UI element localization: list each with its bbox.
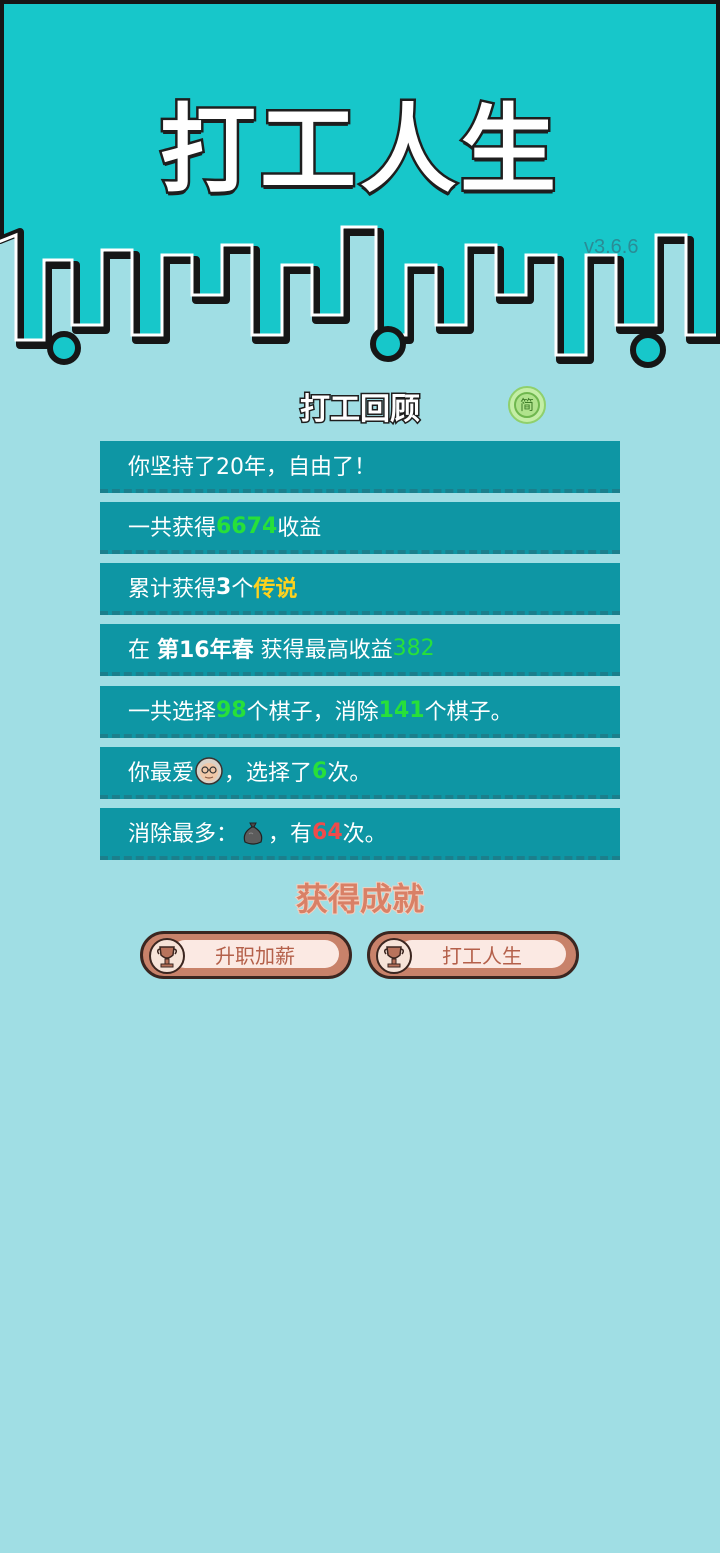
achievement-label: 升职加薪	[171, 940, 339, 968]
income-value: 6674	[216, 513, 278, 539]
trophy-icon	[149, 938, 185, 974]
stat-row-favorite: 你最爱 ，选择了 6 次。	[100, 747, 620, 799]
removed-mid: ，有	[268, 822, 313, 847]
achievements-title: 获得成就	[295, 879, 425, 919]
pieces-selected: 98	[216, 697, 247, 723]
removed-count: 64	[312, 819, 343, 845]
garbage-bag-icon	[243, 822, 263, 845]
pieces-p3: 个棋子。	[424, 700, 513, 725]
language-toggle-label: 简	[514, 392, 540, 418]
achievement-label: 打工人生	[398, 940, 566, 968]
legend-prefix: 累计获得	[128, 577, 217, 602]
old-man-face-icon	[195, 757, 223, 785]
stat-row-most-removed: 消除最多： ，有 64 次。	[100, 808, 620, 860]
pieces-removed: 141	[378, 697, 425, 723]
stat-row-best-income: 在 第16年春 获得最高收益 382	[100, 624, 620, 676]
best-prefix: 在	[128, 638, 157, 663]
legend-rarity: 传说	[253, 577, 298, 602]
years-text: 你坚持了20年，自由了！	[128, 455, 376, 480]
best-mid: 获得最高收益	[253, 638, 393, 663]
legend-count: 3	[216, 574, 232, 600]
achievement-badge-promotion[interactable]: 升职加薪	[140, 931, 352, 979]
trophy-icon	[376, 938, 412, 974]
header-banner: 打工人生 v3.6.6	[0, 0, 720, 380]
version-label: v3.6.6	[584, 236, 639, 258]
favorite-suffix: 次。	[327, 761, 372, 786]
pieces-p2: 个棋子，消除	[246, 700, 379, 725]
pieces-p1: 一共选择	[128, 700, 217, 725]
legend-mid: 个	[231, 577, 254, 602]
best-value: 382	[392, 635, 435, 661]
stat-row-pieces: 一共选择 98 个棋子，消除 141 个棋子。	[100, 686, 620, 738]
stat-row-years: 你坚持了20年，自由了！	[100, 441, 620, 493]
favorite-mid: ，选择了	[224, 761, 313, 786]
review-title: 打工回顾	[299, 391, 422, 429]
stat-row-income: 一共获得 6674 收益	[100, 502, 620, 554]
income-suffix: 收益	[277, 516, 322, 541]
removed-prefix: 消除最多：	[128, 822, 239, 847]
income-prefix: 一共获得	[128, 516, 217, 541]
app-title: 打工人生	[158, 92, 560, 209]
language-toggle-button[interactable]: 简	[508, 386, 546, 424]
favorite-count: 6	[312, 758, 328, 784]
favorite-prefix: 你最爱	[128, 761, 195, 786]
stat-row-legend: 累计获得 3 个传说	[100, 563, 620, 615]
removed-suffix: 次。	[342, 822, 387, 847]
achievement-badge-work-life[interactable]: 打工人生	[367, 931, 579, 979]
best-period: 第16年春	[157, 638, 254, 663]
